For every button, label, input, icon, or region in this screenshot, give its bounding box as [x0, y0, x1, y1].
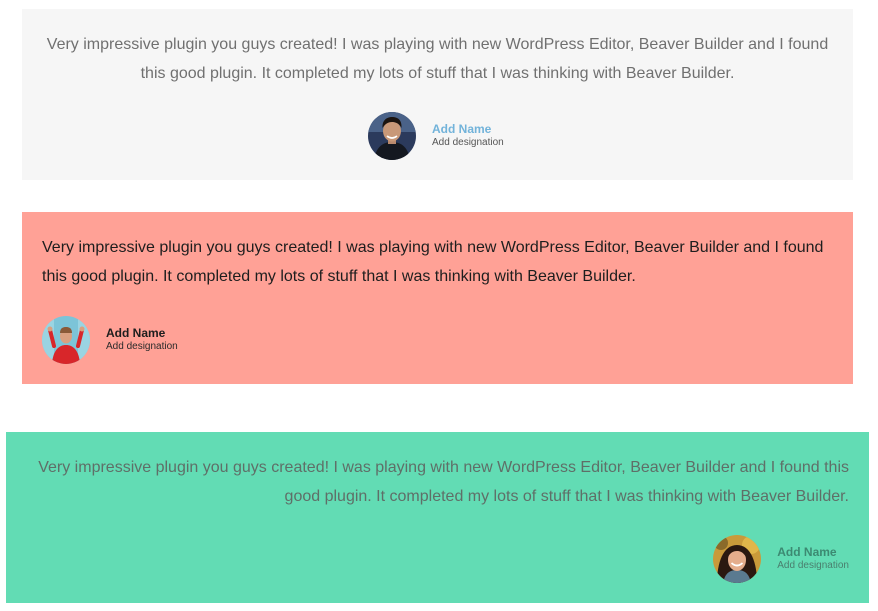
man-red-shirt-avatar-icon: [42, 316, 90, 364]
author-meta: Add Name Add designation: [432, 122, 504, 149]
author-meta: Add Name Add designation: [777, 545, 849, 572]
avatar: [42, 316, 90, 364]
author-name: Add Name: [777, 545, 837, 560]
author-name: Add Name: [106, 326, 166, 341]
testimonials-page: Very impressive plugin you guys created!…: [0, 0, 878, 611]
author-designation: Add designation: [777, 560, 849, 572]
woman-smiling-avatar-icon: [713, 535, 762, 583]
man-dark-jacket-avatar-icon: [368, 112, 416, 160]
testimonial-card-centered: Very impressive plugin you guys created!…: [22, 9, 853, 180]
testimonial-quote: Very impressive plugin you guys created!…: [42, 239, 824, 285]
testimonial-author: Add Name Add designation: [368, 112, 504, 160]
testimonial-quote: Very impressive plugin you guys created!…: [38, 459, 849, 505]
testimonial-card-left: Very impressive plugin you guys created!…: [22, 212, 853, 384]
author-designation: Add designation: [106, 341, 178, 353]
author-designation: Add designation: [432, 137, 504, 149]
avatar: [368, 112, 416, 160]
author-meta: Add Name Add designation: [106, 326, 178, 353]
author-name: Add Name: [432, 122, 492, 137]
testimonial-card-right: Very impressive plugin you guys created!…: [6, 432, 869, 603]
testimonial-quote: Very impressive plugin you guys created!…: [46, 36, 829, 82]
testimonial-author: Add Name Add designation: [42, 316, 178, 364]
testimonial-author: Add Name Add designation: [713, 535, 849, 583]
avatar: [713, 535, 762, 583]
